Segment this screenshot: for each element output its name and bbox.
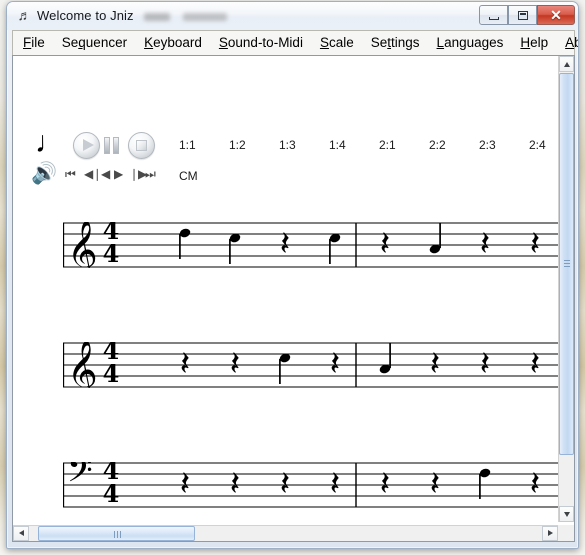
music-note-icon: ♬: [17, 7, 32, 23]
beat-label-2-3[interactable]: 2:3: [479, 138, 496, 152]
speaker-icon[interactable]: 🔊: [31, 163, 57, 184]
beat-label-1-1[interactable]: 1:1: [179, 138, 196, 152]
beat-label-2-2[interactable]: 2:2: [429, 138, 446, 152]
window-title: Welcome to Jniz: [37, 8, 134, 23]
scrollbar-corner: [558, 525, 574, 541]
menu-bar: File Sequencer Keyboard Sound-to-Midi Sc…: [12, 30, 578, 55]
score-canvas[interactable]: ♩ 🔊 ⏮ ◀❘ ◀ ▶ ❘▶ ⏭ 1:1 1:2 1:3 1:4 2:1 2:: [13, 56, 558, 522]
menu-item-file[interactable]: File: [16, 33, 52, 53]
title-blurred-text-b: [183, 13, 227, 21]
chevron-up-icon: [563, 62, 570, 67]
menu-item-settings[interactable]: Settings: [364, 33, 427, 53]
chevron-left-icon: [19, 530, 24, 536]
svg-text:𝄞: 𝄞: [67, 222, 98, 268]
maximize-icon: [518, 11, 528, 20]
maximize-button[interactable]: [508, 5, 537, 25]
svg-text:𝄽: 𝄽: [380, 224, 390, 264]
scroll-down-button[interactable]: [559, 506, 574, 522]
svg-text:𝄽: 𝄽: [430, 464, 440, 504]
vertical-scrollbar-thumb[interactable]: [559, 73, 574, 455]
beat-label-2-4[interactable]: 2:4: [529, 138, 546, 152]
svg-text:𝄞: 𝄞: [67, 342, 98, 388]
step-backward-button[interactable]: ◀: [101, 168, 110, 181]
skip-to-start-button[interactable]: ⏮: [65, 168, 76, 181]
svg-text:𝄽: 𝄽: [530, 344, 540, 384]
stop-button[interactable]: [128, 132, 155, 159]
beat-label-1-2[interactable]: 1:2: [229, 138, 246, 152]
stop-icon: [136, 140, 147, 151]
grip-icon: [113, 531, 121, 538]
horizontal-scrollbar-thumb[interactable]: [38, 526, 195, 541]
scroll-up-button[interactable]: [559, 56, 574, 72]
chevron-down-icon: [563, 512, 570, 517]
horizontal-scrollbar[interactable]: [13, 525, 558, 541]
menu-item-about[interactable]: About: [558, 33, 578, 53]
menu-item-scale[interactable]: Scale: [313, 33, 361, 53]
next-measure-button[interactable]: ❘▶: [129, 168, 147, 181]
minimize-icon: [489, 17, 499, 20]
vertical-scrollbar[interactable]: [558, 56, 574, 522]
skip-to-end-button[interactable]: ⏭: [145, 168, 156, 181]
pause-icon-bar-right: [113, 137, 119, 154]
svg-text:𝄽: 𝄽: [480, 344, 490, 384]
chevron-right-icon: [548, 530, 553, 536]
svg-text:𝄽: 𝄽: [280, 464, 290, 504]
menu-item-help[interactable]: Help: [513, 33, 555, 53]
svg-text:4: 4: [103, 359, 120, 388]
svg-text:𝄽: 𝄽: [430, 344, 440, 384]
title-blurred-text-a: [144, 13, 170, 21]
menu-item-sequencer[interactable]: Sequencer: [55, 33, 134, 53]
staff-treble-2[interactable]: 𝄞 4 4 𝄽 𝄽 𝄽 𝄽 𝄽 𝄽: [63, 342, 558, 388]
play-icon: [83, 139, 94, 151]
step-forward-button[interactable]: ▶: [114, 168, 123, 181]
svg-text:𝄽: 𝄽: [180, 464, 190, 504]
scroll-left-button[interactable]: [13, 526, 29, 541]
staff-bass-1[interactable]: 𝄢 4 4 𝄽 𝄽 𝄽 𝄽 𝄽 𝄽 𝄽: [63, 462, 558, 508]
svg-text:4: 4: [103, 239, 120, 268]
svg-text:𝄽: 𝄽: [380, 464, 390, 504]
close-button[interactable]: ✕: [537, 5, 575, 25]
staff-treble-1[interactable]: 𝄞 4 4 𝄽 𝄽 𝄽 𝄽: [63, 222, 558, 268]
menu-item-sound-to-midi[interactable]: Sound-to-Midi: [212, 33, 310, 53]
pause-icon-bar-left: [104, 137, 110, 154]
beat-label-1-3[interactable]: 1:3: [279, 138, 296, 152]
svg-text:𝄽: 𝄽: [530, 224, 540, 264]
minimize-button[interactable]: [479, 5, 508, 25]
play-button[interactable]: [73, 132, 100, 159]
svg-text:𝄽: 𝄽: [230, 464, 240, 504]
scroll-right-button[interactable]: [542, 526, 558, 541]
pause-button[interactable]: [104, 137, 120, 154]
svg-text:𝄽: 𝄽: [280, 224, 290, 264]
svg-text:4: 4: [103, 479, 120, 508]
close-icon: ✕: [550, 7, 562, 23]
svg-text:𝄽: 𝄽: [530, 464, 540, 504]
svg-text:𝄽: 𝄽: [180, 344, 190, 384]
title-bar[interactable]: ♬ Welcome to Jniz ✕: [7, 2, 578, 30]
beat-label-1-4[interactable]: 1:4: [329, 138, 346, 152]
score-client-area: ♩ 🔊 ⏮ ◀❘ ◀ ▶ ❘▶ ⏭ 1:1 1:2 1:3 1:4 2:1 2:: [12, 55, 575, 542]
quarter-note-icon[interactable]: ♩: [35, 128, 65, 158]
menu-item-languages[interactable]: Languages: [430, 33, 511, 53]
application-window: ♬ Welcome to Jniz ✕ File Sequencer Keybo…: [6, 1, 579, 549]
beat-label-2-1[interactable]: 2:1: [379, 138, 396, 152]
svg-text:𝄽: 𝄽: [230, 344, 240, 384]
previous-measure-button[interactable]: ◀❘: [84, 168, 102, 181]
svg-text:𝄽: 𝄽: [330, 344, 340, 384]
svg-text:𝄢: 𝄢: [67, 462, 93, 498]
svg-text:𝄽: 𝄽: [330, 464, 340, 504]
svg-text:𝄽: 𝄽: [480, 224, 490, 264]
chord-label[interactable]: CM: [179, 169, 198, 183]
menu-item-keyboard[interactable]: Keyboard: [137, 33, 209, 53]
grip-icon: [564, 260, 570, 268]
